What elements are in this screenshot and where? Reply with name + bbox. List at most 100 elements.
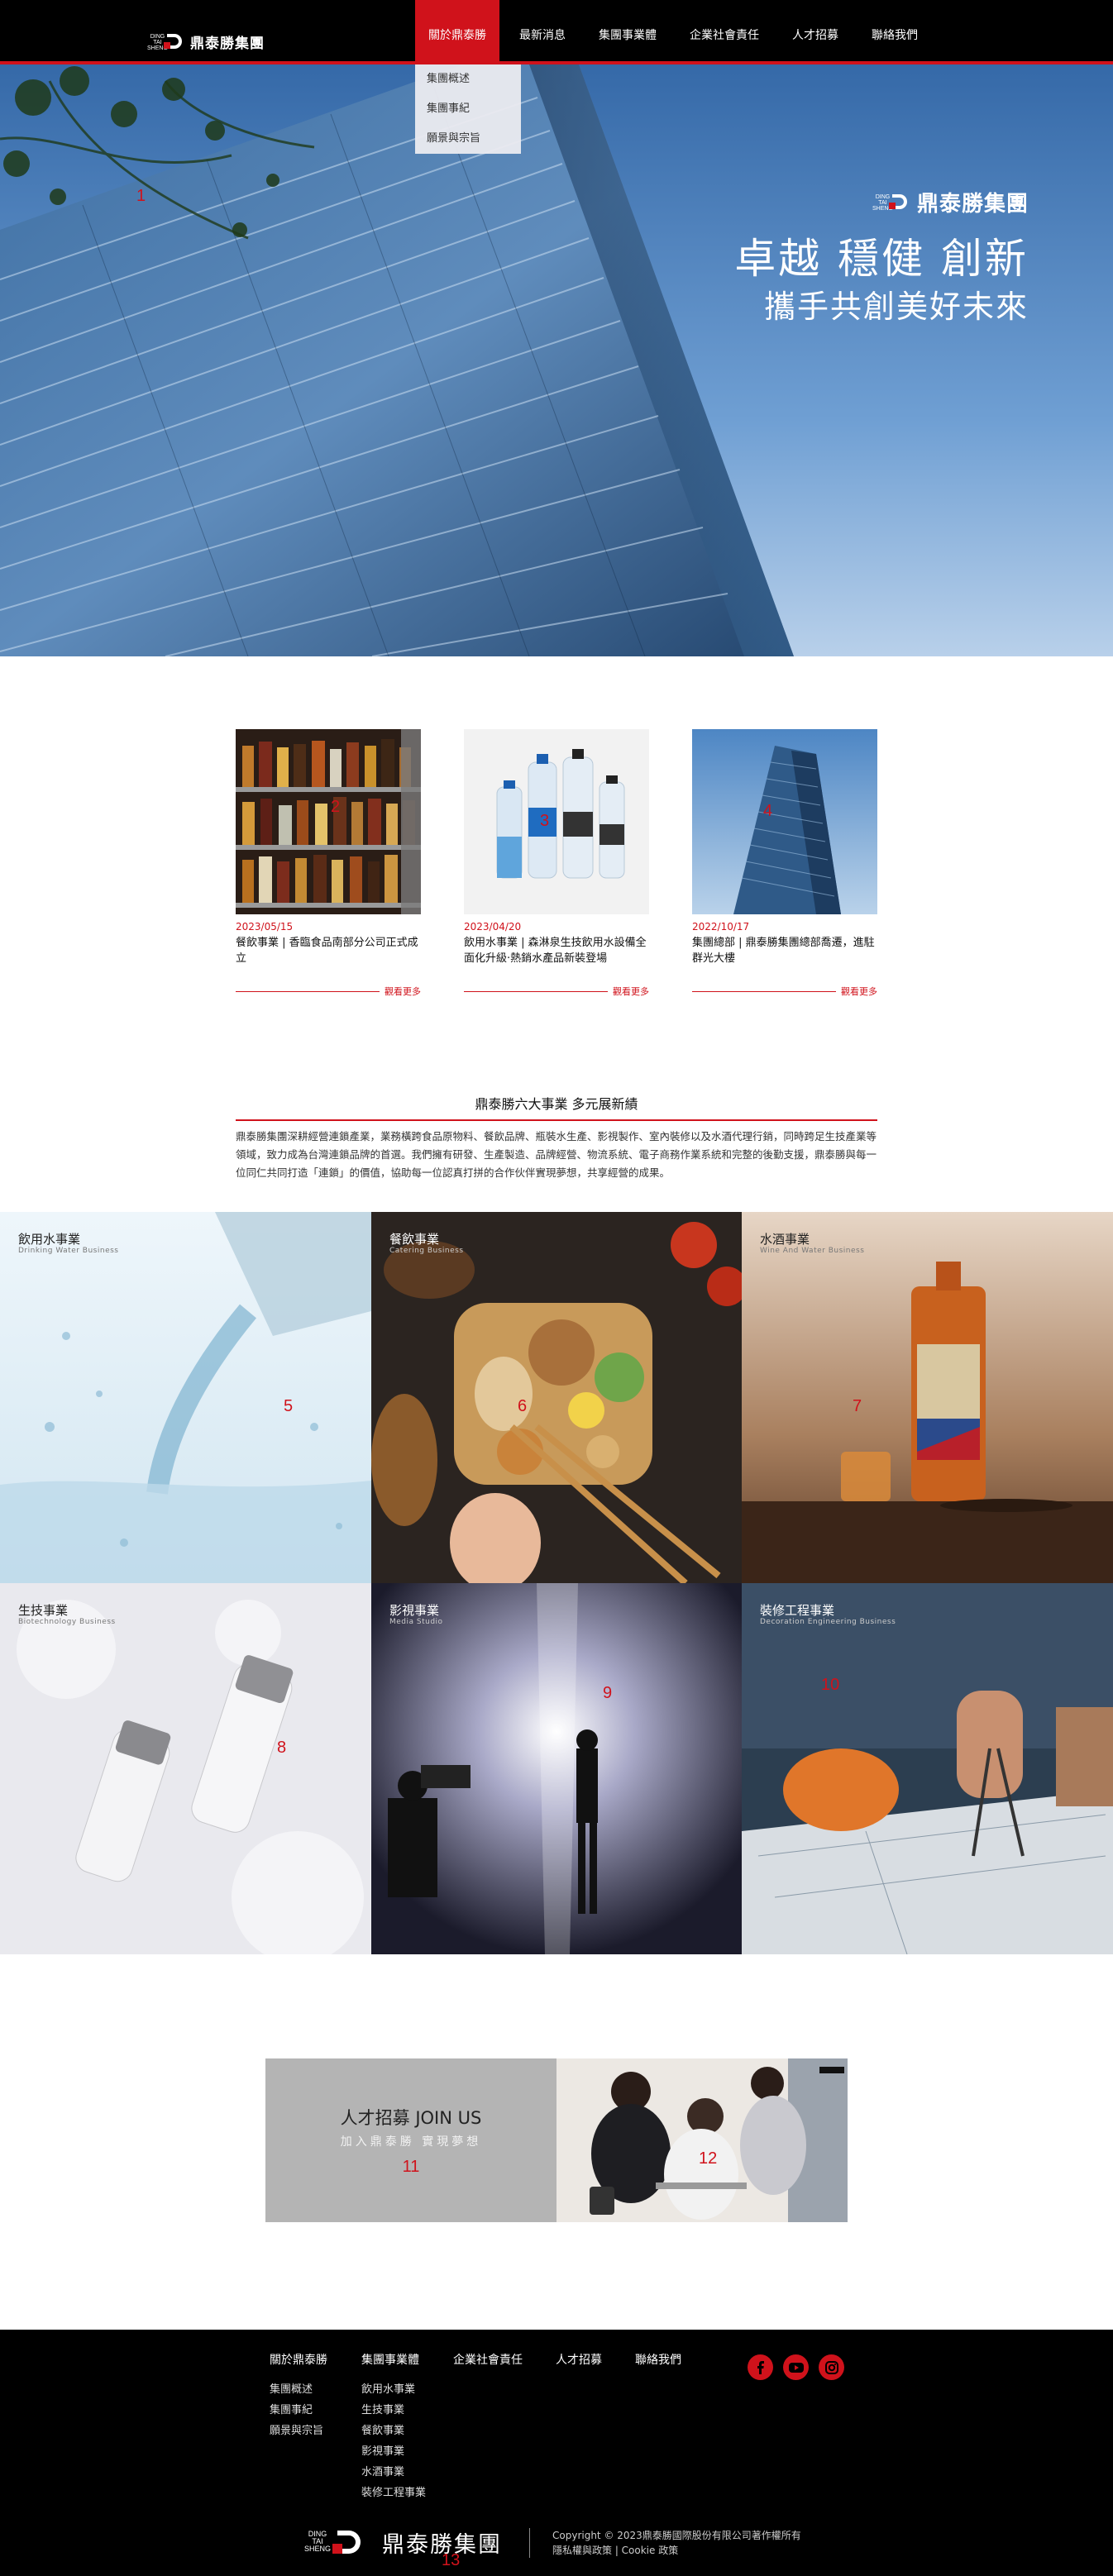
news-title[interactable]: 飲用水事業 | 森淋泉生技飲用水設備全面化升級‧熱銷水產品新裝登場	[464, 935, 649, 968]
footer-link[interactable]: 影視事業	[361, 2441, 426, 2462]
marker-2: 2	[331, 798, 341, 816]
nav-contact[interactable]: 聯絡我們	[858, 0, 931, 61]
business-description: 鼎泰勝集團深耕經營連鎖產業，業務橫跨食品原物料、餐飲品牌、瓶裝水生產、影視製作、…	[236, 1130, 877, 1179]
tile-subtitle: Wine And Water Business	[760, 1247, 865, 1255]
footer-link[interactable]: 集團事紀	[270, 2400, 327, 2421]
page: DING TAI SHENG 鼎泰勝集團 關於鼎泰勝 最新消息 集團事業體 企業社會…	[0, 0, 1113, 2576]
youtube-icon[interactable]	[783, 2354, 809, 2380]
join-us-text-panel[interactable]: 人才招募 JOIN US 加入鼎泰勝 實現夢想 11	[265, 2058, 556, 2222]
join-subtitle: 加入鼎泰勝 實現夢想	[340, 2135, 482, 2149]
tile-subtitle: Biotechnology Business	[18, 1618, 116, 1626]
news-title[interactable]: 餐飲事業 | 香臨食品南部分公司正式成立	[236, 935, 421, 968]
news-more-link[interactable]: 觀看更多	[692, 985, 877, 998]
instagram-icon[interactable]	[819, 2354, 844, 2380]
about-dropdown: 集團概述 集團事紀 願景與宗旨	[415, 64, 521, 154]
brand-name: 鼎泰勝集團	[190, 36, 265, 52]
top-nav: DING TAI SHENG 鼎泰勝集團 關於鼎泰勝 最新消息 集團事業體 企業社會…	[0, 0, 1113, 64]
footer-link[interactable]: 裝修工程事業	[361, 2483, 426, 2503]
news-image-water-bottles[interactable]: 3	[464, 729, 649, 914]
footer-copyright-block: Copyright © 2023鼎泰勝國際股份有限公司著作權所有 隱私權與政策 …	[552, 2528, 801, 2558]
dropdown-item-history[interactable]: 集團事紀	[415, 94, 521, 124]
facebook-icon[interactable]	[748, 2354, 773, 2380]
footer-heading-careers[interactable]: 人才招募	[556, 2351, 602, 2368]
footer-col-csr: 企業社會責任	[453, 2351, 523, 2379]
tile-title: 裝修工程事業	[760, 1603, 835, 1618]
news-more-label[interactable]: 觀看更多	[613, 985, 649, 998]
nav-business[interactable]: 集團事業體	[585, 0, 670, 61]
business-grid: 飲用水事業 Drinking Water Business 5 餐飲事業 Cat…	[0, 1212, 1113, 1954]
footer-brand-logo[interactable]: DING TAI SHENG 鼎泰勝集團	[304, 2526, 502, 2559]
footer-link[interactable]: 願景與宗旨	[270, 2421, 327, 2441]
news-more-link[interactable]: 觀看更多	[236, 985, 421, 998]
hero-banner: DING TAI SHENG 鼎泰勝集團 卓越 穩健 創新 攜手共創美好未來 1	[0, 64, 1113, 656]
nav-careers[interactable]: 人才招募	[779, 0, 852, 61]
hero-logo-icon: DING TAI SHENG	[872, 193, 909, 212]
news-more-label[interactable]: 觀看更多	[385, 985, 421, 998]
hero-slogan-line1: 卓越 穩健 創新	[734, 235, 1029, 283]
news-image-liquor-shelf[interactable]	[236, 729, 421, 914]
join-title: 人才招募 JOIN US	[340, 2107, 482, 2128]
main-menu: 關於鼎泰勝 最新消息 集團事業體 企業社會責任 人才招募 聯絡我們	[415, 0, 938, 61]
tile-drinking-water[interactable]: 飲用水事業 Drinking Water Business 5	[0, 1212, 371, 1583]
news-date: 2022/10/17	[692, 921, 750, 933]
tile-biotech[interactable]: 生技事業 Biotechnology Business 8	[0, 1583, 371, 1954]
footer-divider	[529, 2528, 530, 2558]
marker-12: 12	[699, 2149, 718, 2168]
footer-link[interactable]: 飲用水事業	[361, 2379, 426, 2400]
footer-heading-contact[interactable]: 聯絡我們	[635, 2351, 681, 2368]
nav-csr[interactable]: 企業社會責任	[676, 0, 772, 61]
tile-catering[interactable]: 餐飲事業 Catering Business 6	[371, 1212, 742, 1583]
tile-subtitle: Media Studio	[389, 1618, 443, 1626]
news-more-link[interactable]: 觀看更多	[464, 985, 649, 998]
join-us-team-photo[interactable]: 12	[556, 2058, 848, 2222]
marker-7: 7	[853, 1397, 862, 1415]
nav-news[interactable]: 最新消息	[506, 0, 579, 61]
footer-heading-about[interactable]: 關於鼎泰勝	[270, 2351, 327, 2368]
news-card[interactable]: 4 2022/10/17 集團總部 | 鼎泰勝集團總部喬遷，進駐群光大樓 觀看更…	[692, 729, 877, 998]
nav-about[interactable]: 關於鼎泰勝	[415, 0, 499, 61]
marker-13: 13	[442, 2551, 461, 2569]
footer-col-business: 集團事業體 飲用水事業 生技事業 餐飲事業 影視事業 水酒事業 裝修工程事業	[361, 2351, 426, 2503]
join-us-banner[interactable]: 人才招募 JOIN US 加入鼎泰勝 實現夢想 11 12	[265, 2058, 848, 2222]
news-more-label[interactable]: 觀看更多	[841, 985, 877, 998]
footer-link[interactable]: 集團概述	[270, 2379, 327, 2400]
news-card[interactable]: 2023/05/15 餐飲事業 | 香臨食品南部分公司正式成立 觀看更多	[236, 729, 421, 998]
news-date: 2023/05/15	[236, 921, 294, 933]
hero-brand: DING TAI SHENG 鼎泰勝集團	[872, 187, 1029, 217]
footer-col-about: 關於鼎泰勝 集團概述 集團事紀 願景與宗旨	[270, 2351, 327, 2441]
hero-slogan-line2: 攜手共創美好未來	[763, 289, 1029, 325]
dropdown-item-overview[interactable]: 集團概述	[415, 64, 521, 94]
footer-col-contact: 聯絡我們	[635, 2351, 681, 2379]
tile-title: 飲用水事業	[18, 1232, 81, 1247]
footer-heading-csr[interactable]: 企業社會責任	[453, 2351, 523, 2368]
dropdown-item-vision[interactable]: 願景與宗旨	[415, 124, 521, 154]
tile-title: 餐飲事業	[389, 1232, 440, 1247]
footer-col-careers: 人才招募	[556, 2351, 602, 2379]
tile-subtitle: Decoration Engineering Business	[760, 1618, 896, 1626]
footer-heading-business[interactable]: 集團事業體	[361, 2351, 426, 2368]
tile-subtitle: Catering Business	[389, 1247, 464, 1255]
tile-media[interactable]: 影視事業 Media Studio 9	[371, 1583, 742, 1954]
footer-link[interactable]: 餐飲事業	[361, 2421, 426, 2441]
news-title[interactable]: 集團總部 | 鼎泰勝集團總部喬遷，進駐群光大樓	[692, 935, 877, 968]
logo-mark-icon: DING TAI SHENG	[147, 32, 184, 52]
footer-logo-icon: DING TAI SHENG	[304, 2529, 374, 2557]
hero-brand-name: 鼎泰勝集團	[916, 192, 1029, 217]
tile-decoration[interactable]: 裝修工程事業 Decoration Engineering Business 1…	[742, 1583, 1113, 1954]
marker-1: 1	[136, 187, 146, 205]
skyscraper-image	[0, 64, 1113, 656]
marker-9: 9	[603, 1684, 613, 1702]
brand-logo[interactable]: DING TAI SHENG 鼎泰勝集團	[147, 31, 265, 52]
tile-subtitle: Drinking Water Business	[18, 1247, 119, 1255]
news-image-hq-building[interactable]: 4	[692, 729, 877, 914]
social-links	[748, 2354, 844, 2380]
news-list: 2023/05/15 餐飲事業 | 香臨食品南部分公司正式成立 觀看更多 3 2…	[236, 729, 877, 998]
policy-links[interactable]: 隱私權與政策 | Cookie 政策	[552, 2543, 801, 2558]
footer-link[interactable]: 水酒事業	[361, 2462, 426, 2483]
news-card[interactable]: 3 2023/04/20 飲用水事業 | 森淋泉生技飲用水設備全面化升級‧熱銷水…	[464, 729, 649, 998]
site-footer: 關於鼎泰勝 集團概述 集團事紀 願景與宗旨 集團事業體 飲用水事業 生技事業 餐…	[0, 2330, 1113, 2576]
footer-link[interactable]: 生技事業	[361, 2400, 426, 2421]
tile-title: 影視事業	[389, 1603, 440, 1618]
marker-6: 6	[518, 1397, 528, 1415]
tile-wine[interactable]: 水酒事業 Wine And Water Business 7	[742, 1212, 1113, 1583]
